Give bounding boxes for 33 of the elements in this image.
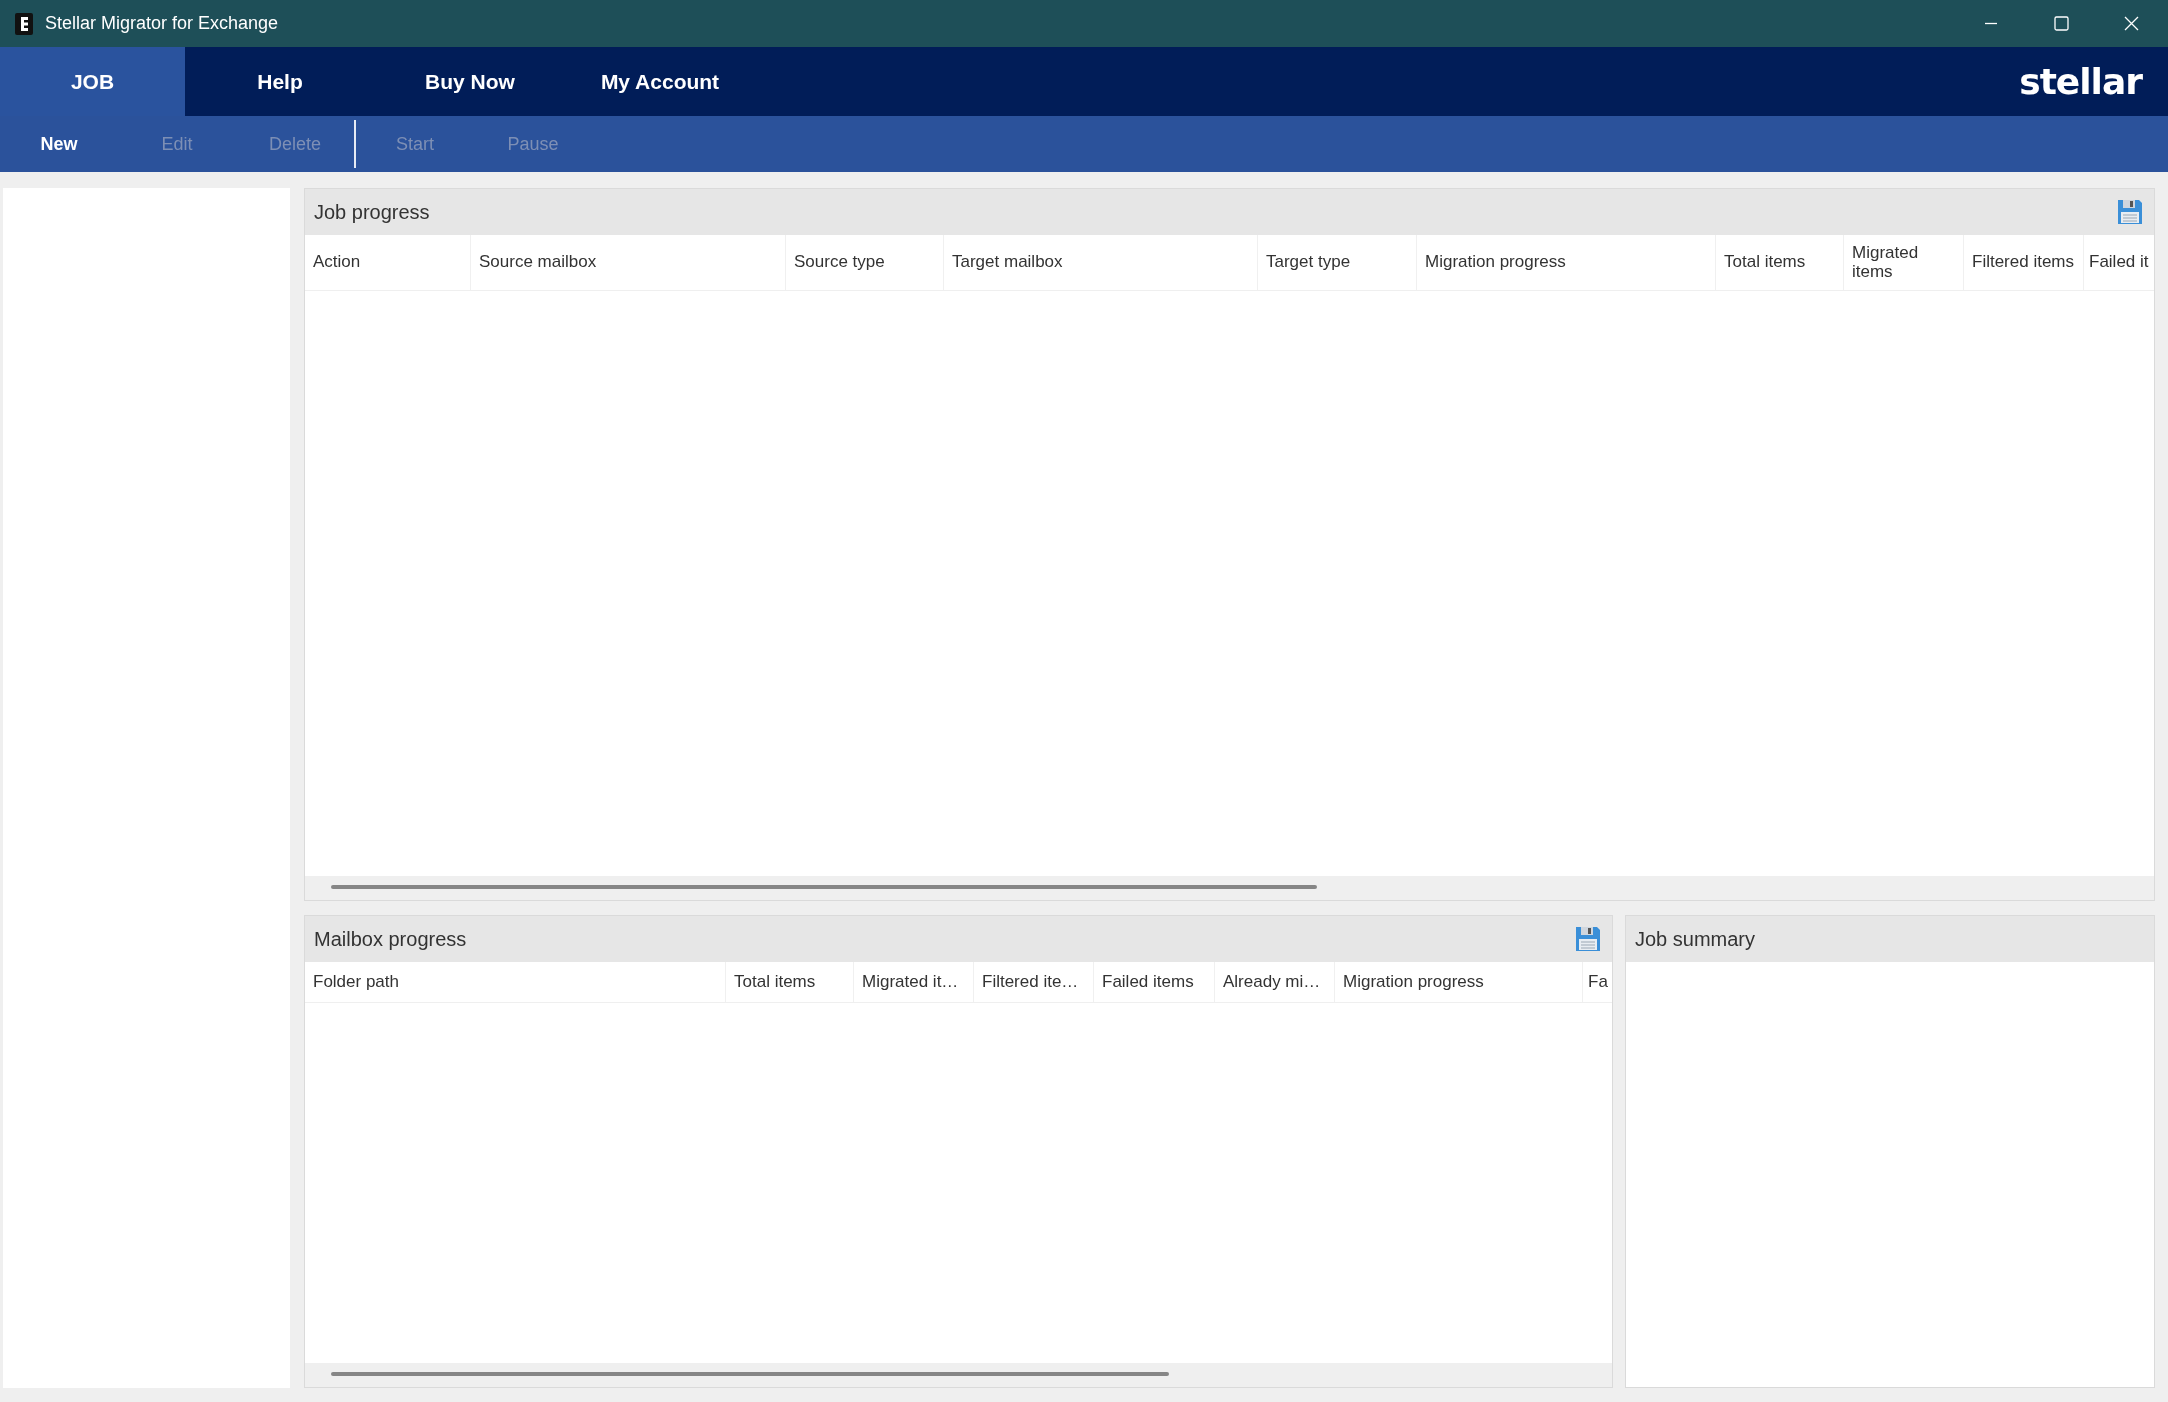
column-header[interactable]: Already mi… <box>1215 962 1335 1002</box>
save-icon[interactable] <box>2116 198 2144 226</box>
column-header[interactable]: Total items <box>726 962 854 1002</box>
column-header[interactable]: Failed it <box>2084 235 2154 290</box>
menu-tab[interactable]: My Account <box>565 47 755 116</box>
column-header[interactable]: Migrated items <box>1844 235 1964 290</box>
menu-tab[interactable]: Help <box>185 47 375 116</box>
stellar-logo: stellar <box>2019 61 2142 102</box>
column-header[interactable]: Action <box>305 235 471 290</box>
scrollbar-thumb[interactable] <box>331 885 1317 889</box>
panel-title: Mailbox progress <box>314 927 467 951</box>
column-header[interactable]: Folder path <box>305 962 726 1002</box>
column-header[interactable]: Fa <box>1583 962 1612 1002</box>
column-header[interactable]: Failed items <box>1094 962 1215 1002</box>
column-header[interactable]: Migrated it… <box>854 962 974 1002</box>
app-icon <box>15 12 33 35</box>
column-header[interactable]: Migration progress <box>1417 235 1716 290</box>
column-header[interactable]: Filtered ite… <box>974 962 1094 1002</box>
menu-tab[interactable]: Buy Now <box>375 47 565 116</box>
toolbar-button[interactable]: New <box>0 116 118 172</box>
column-header[interactable]: Total items <box>1716 235 1844 290</box>
scrollbar-thumb[interactable] <box>331 1372 1169 1376</box>
panel-title: Job progress <box>314 200 430 224</box>
column-header[interactable]: Source mailbox <box>471 235 786 290</box>
panel-title: Job summary <box>1635 927 1756 951</box>
column-header[interactable]: Target type <box>1258 235 1417 290</box>
save-icon[interactable] <box>1574 925 1602 953</box>
column-header[interactable]: Target mailbox <box>944 235 1258 290</box>
window-title: Stellar Migrator for Exchange <box>45 13 279 34</box>
column-header[interactable]: Source type <box>786 235 944 290</box>
menu-tab[interactable]: JOB <box>0 47 185 116</box>
column-header[interactable]: Filtered items <box>1964 235 2084 290</box>
column-header[interactable]: Migration progress <box>1335 962 1583 1002</box>
